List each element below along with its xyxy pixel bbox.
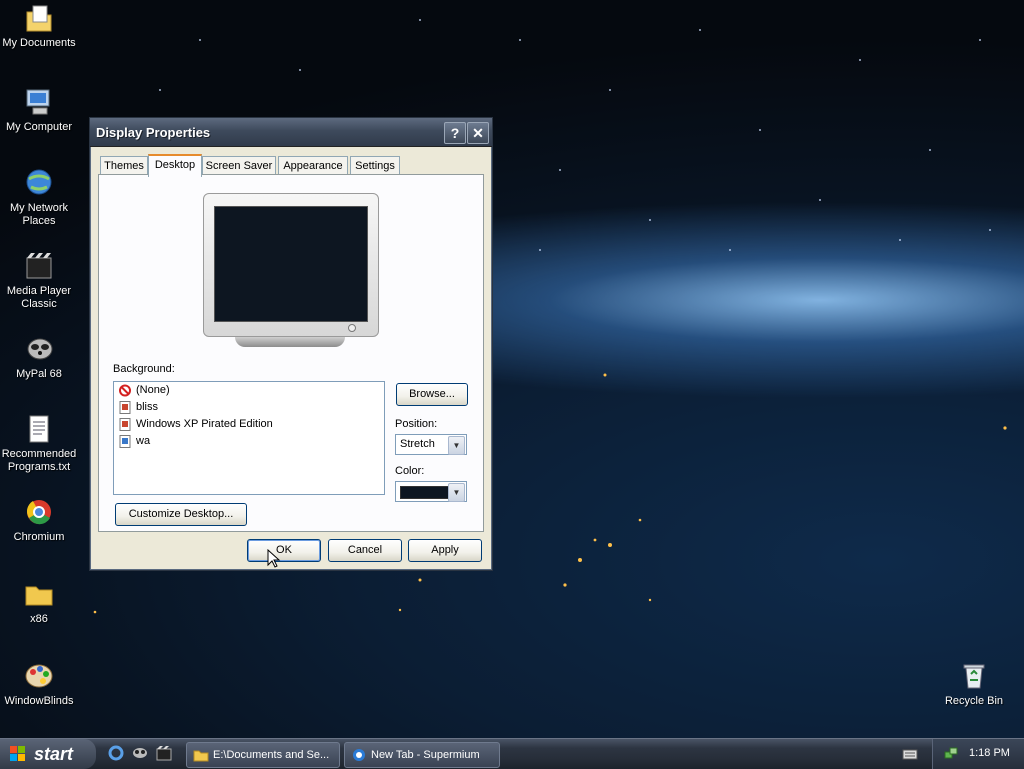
clock[interactable]: 1:18 PM	[969, 747, 1010, 759]
desktop-tab-panel: Background: (None) bliss Windows XP Pira…	[98, 174, 484, 532]
start-label: start	[34, 744, 74, 764]
mypal-quicklaunch-icon[interactable]	[132, 745, 148, 761]
text-file-icon	[23, 413, 55, 445]
media-player-quicklaunch-icon[interactable]	[156, 745, 172, 761]
background-label: Background:	[113, 363, 175, 375]
background-listbox[interactable]: (None) bliss Windows XP Pirated Edition …	[113, 381, 385, 495]
tab-themes[interactable]: Themes	[100, 156, 148, 175]
my-documents-icon	[23, 2, 55, 34]
desktop-icon-windowblinds[interactable]: WindowBlinds	[0, 660, 78, 708]
display-properties-window: Display Properties ? ✕ Themes Desktop Sc…	[89, 117, 493, 571]
monitor-screen	[214, 206, 368, 322]
task-button-supermium[interactable]: New Tab - Supermium	[344, 742, 500, 768]
task-label: New Tab - Supermium	[371, 749, 480, 761]
start-button[interactable]: start	[0, 739, 96, 769]
browse-button[interactable]: Browse...	[396, 383, 468, 406]
desktop-icon-x86[interactable]: x86	[0, 578, 78, 626]
position-label: Position:	[395, 418, 438, 430]
chevron-down-icon[interactable]: ▼	[448, 436, 465, 455]
desktop-icon-label: My Documents	[2, 37, 76, 49]
task-button-explorer[interactable]: E:\Documents and Se...	[186, 742, 340, 768]
mypal-icon	[23, 333, 55, 365]
apply-button[interactable]: Apply	[408, 539, 482, 562]
desktop-icon-label: Recycle Bin	[944, 695, 1004, 707]
chevron-down-icon[interactable]: ▼	[448, 483, 465, 502]
customize-desktop-button[interactable]: Customize Desktop...	[115, 503, 247, 526]
keyboard-icon[interactable]	[902, 747, 918, 761]
tab-settings[interactable]: Settings	[350, 156, 400, 175]
title-bar[interactable]: Display Properties ? ✕	[90, 118, 492, 147]
system-tray: 1:18 PM	[932, 739, 1024, 769]
my-computer-icon	[23, 86, 55, 118]
image-file-icon	[119, 401, 131, 414]
monitor-stand	[235, 337, 345, 347]
image-file-icon	[119, 435, 131, 448]
desktop-icon-label: Media Player Classic	[6, 285, 72, 310]
desktop-icon-recycle-bin[interactable]: Recycle Bin	[935, 660, 1013, 708]
network-places-icon	[23, 167, 55, 199]
color-label: Color:	[395, 465, 425, 477]
list-item-label: bliss	[136, 401, 159, 413]
taskbar: start E:\Documents and Se... New Tab - S…	[0, 738, 1024, 769]
internet-explorer-icon[interactable]	[108, 745, 124, 761]
list-item-label: Windows XP Pirated Edition	[136, 418, 273, 430]
windows-flag-icon	[10, 746, 25, 761]
list-item[interactable]: wa	[114, 433, 384, 450]
desktop-icon-mypal[interactable]: MyPal 68	[0, 333, 78, 381]
folder-icon	[23, 578, 55, 610]
monitor-frame	[203, 193, 379, 337]
monitor-preview	[203, 193, 379, 347]
close-button[interactable]: ✕	[467, 122, 489, 144]
media-player-icon	[23, 250, 55, 282]
task-label: E:\Documents and Se...	[213, 749, 330, 761]
desktop-icon-label: x86	[30, 613, 48, 625]
mouse-cursor-icon	[267, 549, 281, 568]
desktop-icon-my-computer[interactable]: My Computer	[0, 86, 78, 134]
list-item-label: wa	[136, 435, 151, 447]
position-value: Stretch	[400, 438, 435, 450]
color-swatch	[400, 486, 454, 499]
list-item-label: (None)	[136, 384, 170, 396]
desktop-icon-label: WindowBlinds	[4, 695, 74, 707]
desktop-icon-my-documents[interactable]: My Documents	[0, 2, 78, 50]
supermium-icon	[353, 749, 365, 761]
desktop-icon-recommended-programs[interactable]: Recommended Programs.txt	[0, 413, 78, 474]
list-item[interactable]: Windows XP Pirated Edition	[114, 416, 384, 433]
desktop-icon-label: MyPal 68	[16, 368, 62, 380]
desktop-icon-label: Recommended Programs.txt	[1, 448, 77, 473]
network-tray-icon[interactable]	[943, 746, 959, 762]
desktop-icon-chromium[interactable]: Chromium	[0, 496, 78, 544]
tab-appearance[interactable]: Appearance	[278, 156, 348, 175]
tab-desktop[interactable]: Desktop	[148, 154, 202, 177]
color-picker[interactable]: ▼	[395, 481, 467, 502]
ok-button[interactable]: OK	[247, 539, 321, 562]
tab-screen-saver[interactable]: Screen Saver	[202, 156, 276, 175]
list-item[interactable]: bliss	[114, 399, 384, 416]
window-title: Display Properties	[96, 125, 211, 140]
desktop-icon-network-places[interactable]: My Network Places	[0, 167, 78, 228]
chromium-icon	[23, 496, 55, 528]
position-select[interactable]: Stretch ▼	[395, 434, 467, 455]
desktop-icon-media-player[interactable]: Media Player Classic	[0, 250, 78, 311]
power-led-icon	[348, 324, 356, 332]
desktop-icon-label: My Computer	[5, 121, 73, 133]
help-button[interactable]: ?	[444, 122, 466, 144]
cancel-button[interactable]: Cancel	[328, 539, 402, 562]
image-file-icon	[119, 418, 131, 431]
none-icon	[119, 384, 131, 397]
folder-icon	[193, 750, 209, 762]
desktop-icon-label: Chromium	[13, 531, 65, 543]
recycle-bin-icon	[958, 660, 990, 692]
desktop-icon-label: My Network Places	[9, 202, 69, 227]
windowblinds-icon	[23, 660, 55, 692]
list-item[interactable]: (None)	[114, 382, 384, 399]
